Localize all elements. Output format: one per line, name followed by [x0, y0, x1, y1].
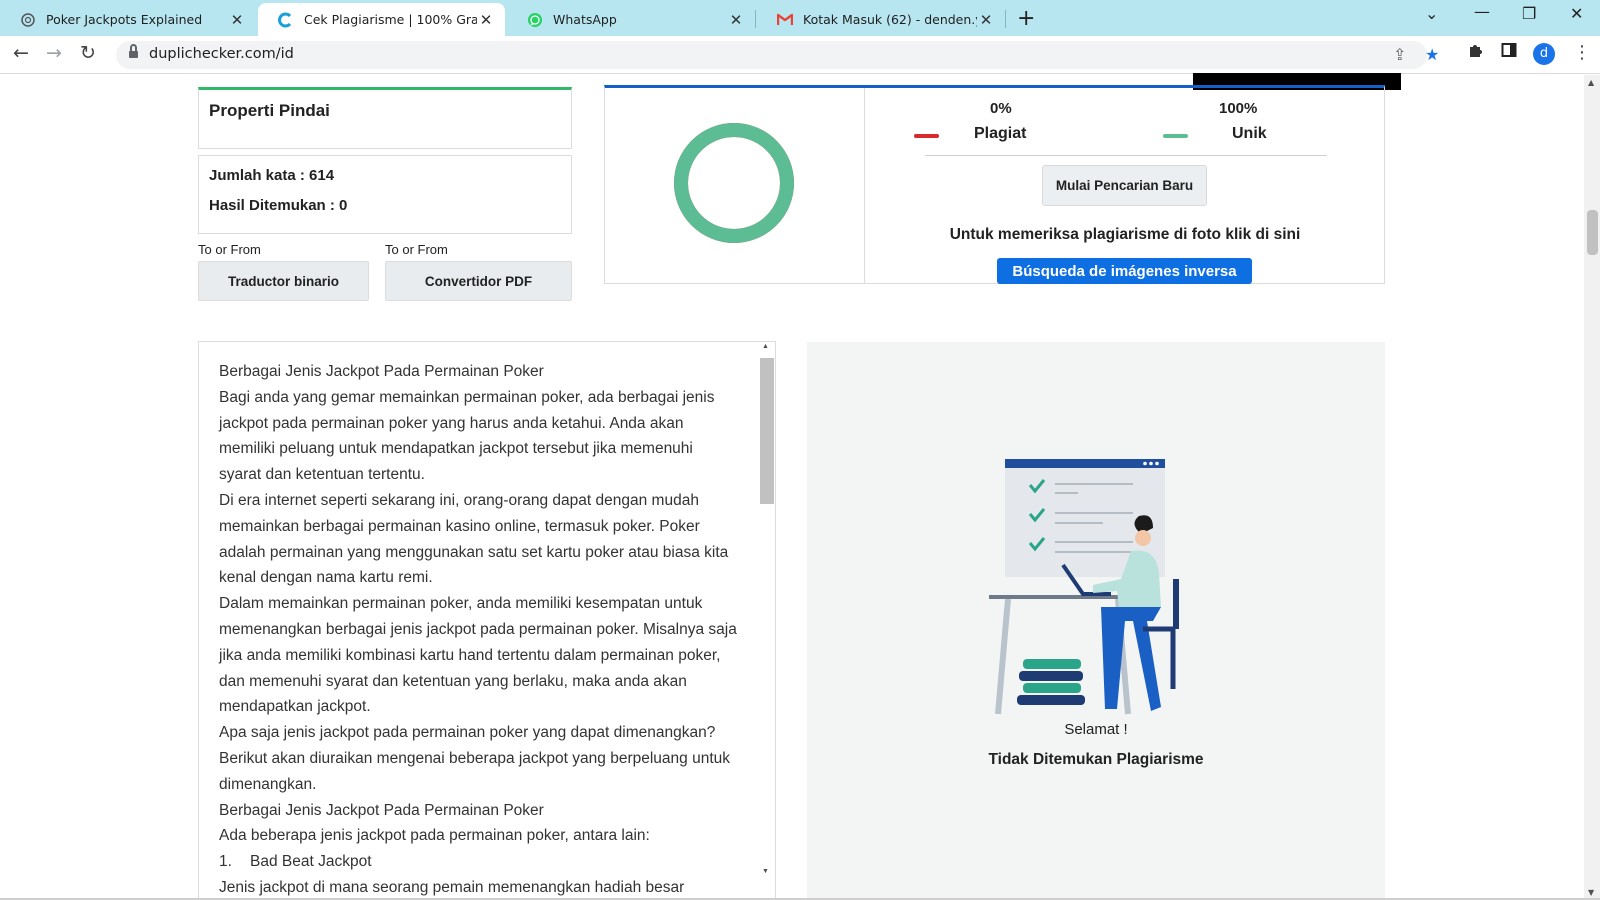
- tab-title: Kotak Masuk (62) - denden.yuke: [803, 12, 977, 27]
- minimize-icon[interactable]: —: [1474, 2, 1490, 21]
- new-tab-icon[interactable]: +: [1017, 6, 1035, 31]
- unique-ring: [674, 123, 794, 243]
- divider: [925, 155, 1327, 156]
- congrats-text: Selamat !: [1064, 721, 1128, 738]
- plagiarism-label: Plagiat: [974, 125, 1027, 142]
- tab-search-icon[interactable]: ⌄: [1425, 4, 1438, 23]
- document-content[interactable]: Berbagai Jenis Jackpot Pada Permainan Po…: [219, 359, 739, 900]
- page-scrollbar[interactable]: ▲ ▼: [1584, 75, 1600, 900]
- document-scrollbar[interactable]: ▲ ▼: [758, 341, 774, 900]
- tab-separator: [755, 10, 756, 28]
- reload-icon[interactable]: ↻: [80, 42, 96, 64]
- close-tab-icon[interactable]: ✕: [477, 11, 495, 29]
- scan-properties-panel: Jumlah kata : 614 Hasil Ditemukan : 0: [198, 155, 572, 234]
- scroll-up-arrow-icon[interactable]: ▲: [1588, 78, 1594, 87]
- scrollbar-thumb[interactable]: [760, 358, 774, 504]
- no-plagiarism-message: Tidak Ditemukan Plagiarisme: [988, 751, 1204, 768]
- scan-properties-header: Properti Pindai: [198, 87, 572, 149]
- list-item: 1. Bad Beat Jackpot: [219, 849, 739, 875]
- unique-label: Unik: [1232, 125, 1267, 142]
- result-card: 0% 100% Plagiat Unik Mulai Pencarian Bar…: [604, 85, 1385, 284]
- page-content: Properti Pindai Jumlah kata : 614 Hasil …: [0, 73, 1584, 900]
- pdf-converter-button[interactable]: Convertidor PDF: [385, 261, 572, 301]
- tab-poker-jackpots[interactable]: Poker Jackpots Explained ✕: [0, 3, 256, 36]
- divider: [864, 88, 865, 284]
- lock-icon[interactable]: [129, 44, 138, 59]
- back-icon[interactable]: ←: [13, 42, 29, 64]
- restore-icon[interactable]: ❐: [1522, 4, 1536, 23]
- scroll-down-arrow-icon[interactable]: ▼: [1588, 888, 1594, 897]
- binary-translator-button[interactable]: Traductor binario: [198, 261, 369, 301]
- word-count: Jumlah kata : 614: [209, 167, 335, 184]
- profile-avatar[interactable]: d: [1533, 43, 1555, 65]
- plagiarism-percent: 0%: [990, 100, 1012, 117]
- paragraph: Berbagai Jenis Jackpot Pada Permainan Po…: [219, 801, 544, 819]
- address-bar[interactable]: duplichecker.com/id ⇪ ★: [116, 41, 1439, 69]
- plagiarism-legend-swatch: [914, 134, 939, 138]
- close-tab-icon[interactable]: ✕: [228, 11, 246, 29]
- tab-whatsapp[interactable]: WhatsApp ✕: [507, 3, 755, 36]
- url-text[interactable]: duplichecker.com/id: [149, 46, 294, 62]
- paragraph: Jenis jackpot di mana seorang pemain mem…: [219, 878, 685, 896]
- tab-title: Cek Plagiarisme | 100% Gratis & I: [304, 12, 477, 27]
- photo-check-text: Untuk memeriksa plagiarisme di foto klik…: [949, 226, 1301, 243]
- close-tab-icon[interactable]: ✕: [977, 11, 995, 29]
- tab-gmail[interactable]: Kotak Masuk (62) - denden.yuke ✕: [757, 3, 1005, 36]
- result-donut-chart: [674, 123, 794, 243]
- results-found: Hasil Ditemukan : 0: [209, 197, 348, 214]
- result-illustration-panel: Selamat ! Tidak Ditemukan Plagiarisme: [807, 342, 1385, 900]
- person-at-laptop-illustration: [989, 459, 1179, 715]
- list-number: 1.: [219, 853, 232, 871]
- openai-icon: [20, 12, 36, 28]
- document-text-area[interactable]: Berbagai Jenis Jackpot Pada Permainan Po…: [198, 341, 776, 900]
- tab-title: WhatsApp: [553, 12, 617, 27]
- reverse-image-search-button[interactable]: Búsqueda de imágenes inversa: [997, 258, 1252, 284]
- side-panel-icon[interactable]: [1501, 42, 1517, 62]
- unique-legend-swatch: [1163, 134, 1188, 138]
- duplichecker-icon: [278, 12, 294, 28]
- toolbar: ← → ↻ duplichecker.com/id ⇪ ★ d ⋮: [0, 36, 1600, 74]
- tab-strip: Poker Jackpots Explained ✕ Cek Plagiaris…: [0, 0, 1600, 36]
- paragraph: Bagi anda yang gemar memainkan permainan…: [219, 388, 715, 484]
- extensions-puzzle-icon[interactable]: [1467, 42, 1484, 63]
- paragraph: Berbagai Jenis Jackpot Pada Permainan Po…: [219, 363, 544, 380]
- menu-kebab-icon[interactable]: ⋮: [1573, 42, 1591, 63]
- paragraph: Apa saja jenis jackpot pada permainan po…: [219, 724, 730, 793]
- tool-caption: To or From: [198, 242, 261, 257]
- unique-percent: 100%: [1219, 100, 1258, 117]
- tab-separator: [1005, 10, 1006, 28]
- gmail-icon: [777, 12, 793, 28]
- forward-icon[interactable]: →: [46, 42, 62, 64]
- scan-properties-title: Properti Pindai: [209, 101, 330, 120]
- paragraph: Ada beberapa jenis jackpot pada permaina…: [219, 827, 650, 845]
- bookmark-star-icon[interactable]: ★: [1425, 45, 1439, 64]
- tool-caption: To or From: [385, 242, 448, 257]
- list-text: Bad Beat Jackpot: [250, 853, 372, 871]
- paragraph: Di era internet seperti sekarang ini, or…: [219, 491, 729, 587]
- scroll-up-arrow-icon[interactable]: ▲: [762, 343, 769, 350]
- scrollbar-thumb[interactable]: [1587, 210, 1598, 255]
- whatsapp-icon: [527, 12, 543, 28]
- paragraph: Dalam memainkan permainan poker, anda me…: [219, 595, 737, 716]
- close-window-icon[interactable]: ✕: [1570, 4, 1583, 23]
- close-tab-icon[interactable]: ✕: [727, 11, 745, 29]
- scroll-down-arrow-icon[interactable]: ▼: [762, 868, 769, 875]
- tab-cek-plagiarisme[interactable]: Cek Plagiarisme | 100% Gratis & I ✕: [258, 3, 505, 36]
- tab-title: Poker Jackpots Explained: [46, 12, 203, 27]
- new-search-button[interactable]: Mulai Pencarian Baru: [1042, 165, 1207, 206]
- share-icon[interactable]: ⇪: [1393, 45, 1406, 64]
